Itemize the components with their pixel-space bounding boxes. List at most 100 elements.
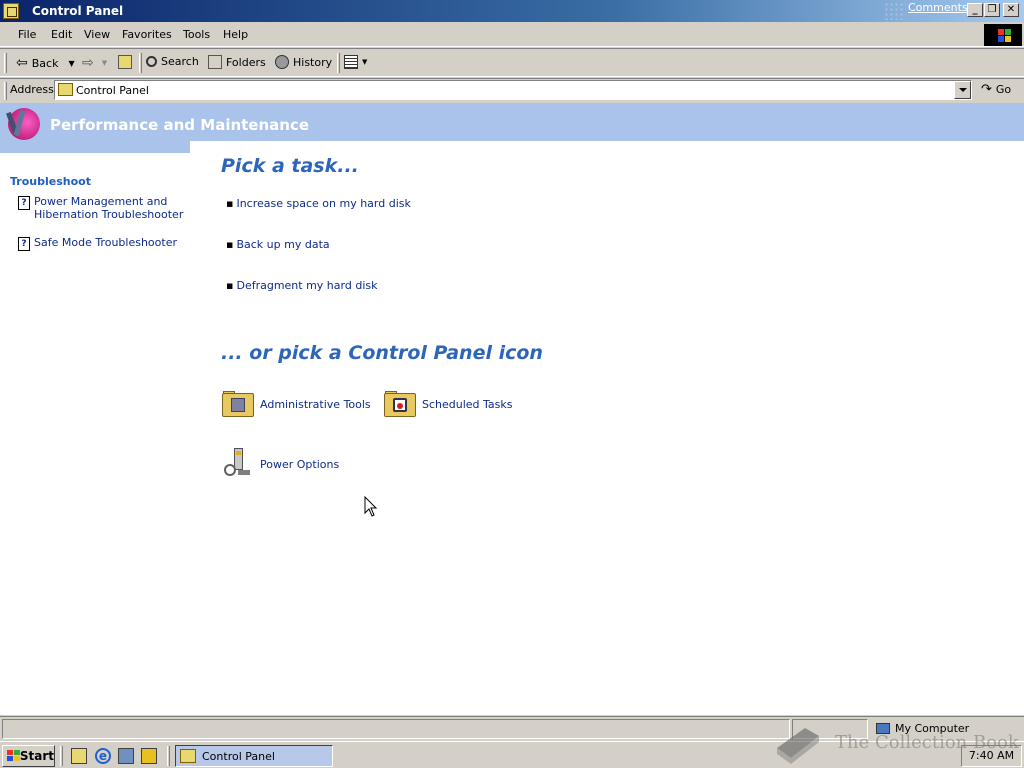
folders-icon — [208, 55, 222, 69]
toolbar-separator — [337, 53, 340, 73]
menu-view[interactable]: View — [84, 28, 110, 41]
power-options-icon — [222, 448, 254, 480]
search-icon — [146, 56, 157, 67]
folders-label: Folders — [226, 55, 266, 69]
address-grip[interactable] — [4, 82, 7, 100]
status-pane-main — [2, 719, 790, 739]
taskbar-control-panel-button[interactable]: Control Panel — [175, 745, 333, 767]
safe-mode-troubleshooter-label: Safe Mode Troubleshooter — [34, 236, 177, 249]
power-options-item[interactable]: Power Options — [222, 448, 339, 480]
address-input[interactable]: Control Panel — [54, 80, 972, 100]
up-folder-icon — [118, 55, 132, 69]
help-icon: ? — [18, 196, 30, 210]
task-label: Back up my data — [236, 238, 330, 251]
search-button[interactable]: Search — [146, 55, 199, 68]
history-icon — [275, 55, 289, 69]
power-management-troubleshooter-link[interactable]: ? Power Management and Hibernation Troub… — [18, 195, 183, 221]
task-label: Increase space on my hard disk — [236, 197, 411, 210]
show-desktop-icon[interactable] — [71, 748, 87, 764]
windows-logo-icon — [984, 24, 1022, 46]
forward-arrow-icon: ⇨ — [82, 55, 94, 71]
views-icon — [344, 55, 358, 69]
administrative-tools-item[interactable]: Administrative Tools — [222, 391, 371, 417]
title-bar: Control Panel Comments? _ ❐ ✕ — [0, 0, 1024, 22]
window-title: Control Panel — [32, 4, 124, 18]
restore-button[interactable]: ❐ — [984, 3, 1000, 17]
task-link[interactable]: ▪ Back up my data — [226, 238, 330, 251]
outlook-express-icon[interactable] — [118, 748, 134, 764]
performance-maintenance-icon — [8, 108, 40, 140]
category-title: Performance and Maintenance — [50, 116, 310, 134]
taskbar-window-label: Control Panel — [202, 749, 275, 763]
views-button[interactable]: ▼ — [344, 55, 367, 69]
safe-mode-troubleshooter-link[interactable]: ? Safe Mode Troubleshooter — [18, 236, 177, 251]
windows-flag-icon — [7, 750, 20, 762]
menu-edit[interactable]: Edit — [51, 28, 72, 41]
menu-tools[interactable]: Tools — [183, 28, 210, 41]
history-button[interactable]: History — [275, 55, 332, 69]
control-panel-icon[interactable] — [3, 3, 19, 19]
banner-tail — [0, 141, 190, 153]
go-button[interactable]: ↷ Go — [981, 82, 1011, 97]
power-options-label: Power Options — [260, 457, 340, 471]
menu-bar: File Edit View Favorites Tools Help — [0, 22, 1024, 47]
pick-icon-heading: ... or pick a Control Panel icon — [221, 342, 543, 364]
quicklaunch-grip[interactable] — [60, 746, 63, 766]
history-label: History — [293, 55, 333, 69]
task-label: Defragment my hard disk — [236, 279, 378, 292]
address-label: Address — [10, 83, 54, 96]
up-folder-button[interactable] — [118, 55, 132, 69]
close-button[interactable]: ✕ — [1003, 3, 1019, 17]
power-management-troubleshooter-label: Power Management and Hibernation Trouble… — [34, 195, 183, 221]
link-line-1: Power Management and — [34, 195, 168, 208]
watermark-text: The Collection Book — [835, 731, 1019, 753]
menu-favorites[interactable]: Favorites — [122, 28, 172, 41]
bullet: ▪ — [226, 238, 234, 251]
folders-button[interactable]: Folders — [208, 55, 266, 69]
task-link[interactable]: ▪ Defragment my hard disk — [226, 279, 377, 292]
link-line-2: Hibernation Troubleshooter — [34, 208, 184, 221]
administrative-tools-label: Administrative Tools — [260, 397, 371, 411]
control-panel-icon — [180, 749, 196, 763]
search-label: Search — [161, 55, 199, 68]
comments-link[interactable]: Comments? — [908, 1, 973, 14]
address-dropdown-button[interactable] — [954, 81, 971, 99]
address-bar: Address Control Panel ↷ Go — [0, 78, 1024, 102]
control-panel-folder-icon — [58, 83, 73, 96]
toolbar-separator — [139, 53, 142, 73]
start-button[interactable]: Start — [2, 745, 55, 767]
go-label: Go — [995, 83, 1012, 96]
address-value[interactable]: Control Panel — [76, 84, 149, 97]
administrative-tools-icon — [222, 391, 254, 417]
toolbar-grip[interactable] — [4, 53, 7, 73]
back-button[interactable]: ⇦ Back ▼ — [16, 55, 75, 71]
back-label: Back — [31, 56, 59, 70]
watermark: The Collection Book — [773, 720, 1019, 764]
go-arrow-icon: ↷ — [981, 82, 992, 97]
menu-help[interactable]: Help — [223, 28, 248, 41]
bullet: ▪ — [226, 197, 234, 210]
scheduled-tasks-label: Scheduled Tasks — [422, 397, 513, 411]
mouse-cursor-icon — [364, 496, 378, 517]
forward-button[interactable]: ⇨ ▼ — [82, 55, 107, 71]
comments-decoration — [884, 2, 906, 20]
back-dropdown-icon[interactable]: ▼ — [68, 59, 74, 68]
start-label: Start — [19, 749, 54, 763]
sidebar-title-troubleshoot: Troubleshoot — [10, 175, 91, 188]
forward-dropdown-icon[interactable]: ▼ — [102, 59, 107, 67]
views-dropdown-icon: ▼ — [362, 58, 368, 66]
minimize-button[interactable]: _ — [967, 3, 983, 17]
book-icon — [777, 728, 819, 764]
media-player-icon[interactable] — [141, 748, 157, 764]
content-pane: Performance and Maintenance Troubleshoot… — [0, 103, 1024, 715]
taskbar-separator — [167, 746, 170, 766]
standard-toolbar: ⇦ Back ▼ ⇨ ▼ Search Folders History ▼ — [0, 48, 1024, 77]
back-arrow-icon: ⇦ — [16, 55, 28, 71]
scheduled-tasks-icon — [384, 391, 416, 417]
task-link[interactable]: ▪ Increase space on my hard disk — [226, 197, 411, 210]
help-icon: ? — [18, 237, 30, 251]
bullet: ▪ — [226, 279, 234, 292]
scheduled-tasks-item[interactable]: Scheduled Tasks — [384, 391, 513, 417]
menu-file[interactable]: File — [18, 28, 36, 41]
internet-explorer-icon[interactable]: e — [95, 748, 111, 764]
